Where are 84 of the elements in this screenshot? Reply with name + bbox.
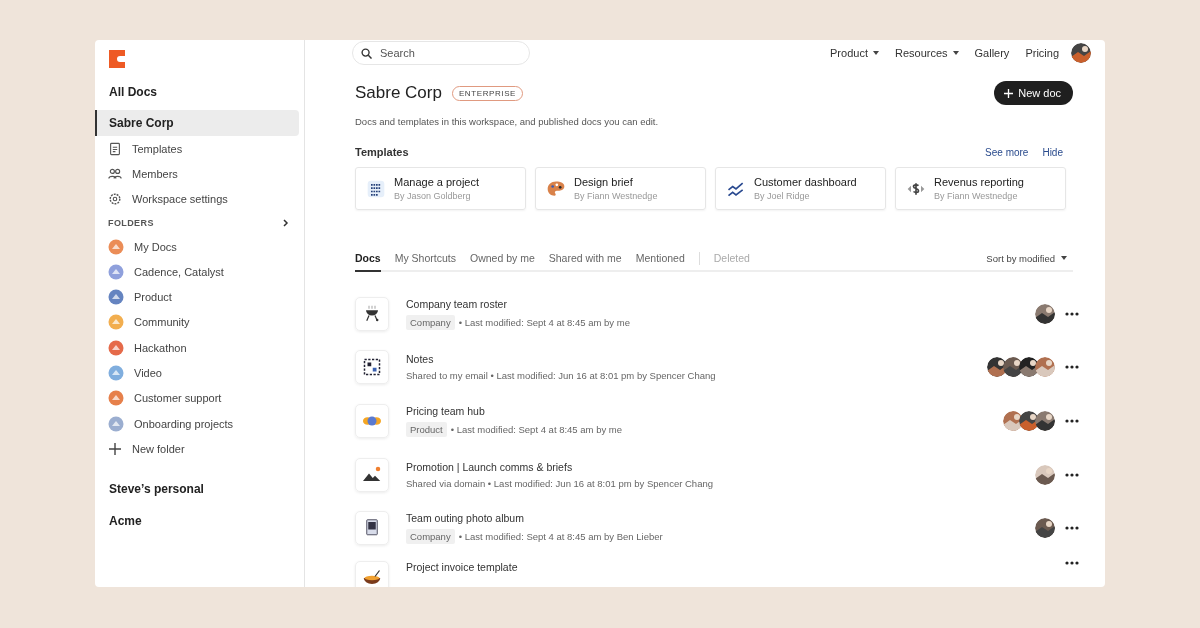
- doc-tag: Company: [406, 314, 455, 330]
- more-icon[interactable]: [1065, 311, 1079, 316]
- template-card[interactable]: Revenus reporting By Fiann Westnedge: [895, 167, 1066, 210]
- plus-icon: [108, 441, 122, 456]
- template-card[interactable]: Manage a project By Jason Goldberg: [355, 167, 526, 210]
- folder-icon: [108, 339, 124, 356]
- template-name: Customer dashboard: [754, 176, 857, 188]
- doc-tag: Product: [406, 422, 447, 437]
- folder-item[interactable]: Video: [134, 367, 162, 379]
- folder-item[interactable]: Product: [134, 291, 172, 304]
- folder-icon: [108, 289, 124, 306]
- folder-icon: [108, 238, 124, 255]
- template-author: By Fiann Westnedge: [574, 191, 658, 201]
- template-name: Manage a project: [394, 176, 479, 188]
- section-title: Templates: [355, 146, 409, 158]
- page-title: Sabre Corp: [355, 83, 442, 103]
- search-icon: [361, 47, 372, 59]
- workspace-item[interactable]: Sabre Corp: [95, 110, 299, 136]
- nav-menu[interactable]: Product: [830, 47, 879, 59]
- doc-title[interactable]: Notes: [406, 353, 716, 366]
- template-author: By Fiann Westnedge: [934, 191, 1019, 201]
- folder-icon: [108, 390, 124, 407]
- search-field[interactable]: Search: [352, 41, 530, 65]
- doc-title[interactable]: Team outing photo album: [406, 512, 663, 525]
- folder-icon: [108, 365, 124, 381]
- folder-item[interactable]: Customer support: [134, 392, 222, 405]
- list-icon: [366, 178, 386, 199]
- doc-title[interactable]: Company team roster: [406, 297, 630, 310]
- doc-meta: Shared to my email • Last modified: Jun 16 at 8:01 pm by Spencer Chang: [406, 370, 716, 382]
- sidebar-item[interactable]: Members: [132, 167, 178, 180]
- folder-item[interactable]: My Docs: [134, 240, 177, 253]
- hide-link[interactable]: Hide: [1042, 146, 1063, 158]
- template-card[interactable]: Design brief By Fiann Westnedge: [535, 167, 706, 210]
- settings-icon: [108, 192, 122, 207]
- folder-item[interactable]: Community: [134, 316, 190, 329]
- folder-icon: [108, 415, 124, 432]
- template-author: By Joel Ridge: [754, 191, 811, 201]
- workspace-item[interactable]: Acme: [95, 507, 299, 534]
- new-doc-button[interactable]: New doc: [994, 81, 1073, 105]
- tab[interactable]: My Shortcuts: [394, 246, 456, 272]
- nav-menu[interactable]: Resources: [894, 47, 959, 59]
- new-folder-button[interactable]: New folder: [132, 442, 185, 455]
- folder-icon: [108, 314, 124, 331]
- tab[interactable]: Owned by me: [469, 246, 535, 272]
- chevron-icon[interactable]: [282, 218, 290, 227]
- more-icon[interactable]: [1065, 472, 1079, 477]
- members-icon: [108, 166, 122, 181]
- nav-menu[interactable]: Gallery: [974, 47, 1010, 59]
- doc-meta: • Last modified: Sept 4 at 8:45 am by me: [458, 316, 630, 328]
- template-author: By Jason Goldberg: [394, 191, 472, 201]
- more-icon[interactable]: [1065, 526, 1079, 531]
- doc-meta: Shared via domain • Last modified: Jun 16 at 8:01 pm by Spencer Chang: [406, 477, 713, 489]
- doc-tag: Company: [406, 529, 455, 545]
- more-icon[interactable]: [1065, 419, 1079, 423]
- workspace-item[interactable]: Steve’s personal: [95, 475, 299, 502]
- doc-title[interactable]: Project invoice template: [406, 560, 518, 573]
- folder-icon: [108, 263, 124, 280]
- sort-dropdown[interactable]: Sort by modified: [986, 252, 1073, 264]
- tab[interactable]: Shared with me: [548, 246, 622, 272]
- doc-meta: • Last modified: Sept 4 at 8:45 am by me: [450, 424, 622, 435]
- folder-item[interactable]: Hackathon: [134, 341, 187, 354]
- template-card[interactable]: Customer dashboard By Joel Ridge: [715, 167, 886, 210]
- more-icon[interactable]: [1065, 365, 1079, 370]
- folders-label: FOLDERS: [108, 217, 154, 228]
- sidebar-item[interactable]: Templates: [132, 142, 183, 155]
- document-icon: [108, 141, 122, 156]
- doc-title[interactable]: Pricing team hub: [406, 405, 622, 417]
- folder-item[interactable]: Cadence, Catalyst: [134, 265, 224, 278]
- logo-icon[interactable]: [109, 50, 125, 68]
- template-name: Design brief: [574, 176, 634, 188]
- folder-item[interactable]: Onboarding projects: [134, 417, 234, 430]
- tab[interactable]: Docs: [355, 246, 381, 272]
- nav-menu[interactable]: Pricing: [1025, 47, 1059, 59]
- see-more-link[interactable]: See more: [985, 146, 1029, 158]
- more-icon[interactable]: [1065, 560, 1079, 565]
- template-name: Revenus reporting: [934, 176, 1024, 188]
- doc-meta: • Last modified: Sept 4 at 8:45 am by Ben Lieber: [458, 531, 663, 543]
- plus-icon: [1004, 88, 1014, 98]
- description: Docs and templates in this workspace, and published docs you can edit.: [355, 116, 660, 127]
- tab[interactable]: Mentioned: [635, 246, 685, 272]
- sidebar-item[interactable]: Workspace settings: [132, 193, 228, 206]
- doc-title[interactable]: Promotion | Launch comms & briefs: [406, 460, 713, 473]
- all-docs-link[interactable]: All Docs: [95, 82, 304, 102]
- caret-icon: [1061, 256, 1067, 260]
